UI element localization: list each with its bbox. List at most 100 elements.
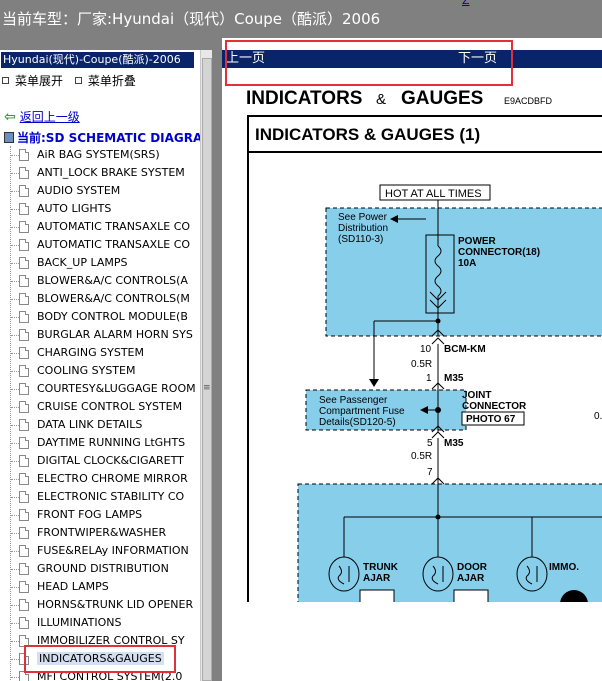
tree-item[interactable]: AiR BAG SYSTEM(SRS): [0, 146, 200, 164]
joint-label-1: JOINT: [462, 390, 491, 401]
tree-item-label: DATA LINK DETAILS: [37, 418, 143, 431]
menu-controls: 菜单展开 菜单折叠: [2, 72, 144, 89]
tree-connector-line: [11, 317, 19, 318]
tree-connector-line: [11, 227, 19, 228]
tree-connector-line: [11, 641, 19, 642]
document-icon: [19, 311, 29, 323]
diagram-heading: INDICATORS: [246, 88, 362, 109]
tree-item[interactable]: AUDIO SYSTEM: [0, 182, 200, 200]
tree-item[interactable]: ELECTRO CHROME MIRROR: [0, 470, 200, 488]
immo-lamp-icon: [516, 556, 548, 592]
tree-item[interactable]: ELECTRONIC STABILITY CO: [0, 488, 200, 506]
document-icon: [19, 167, 29, 179]
document-icon: [19, 275, 29, 287]
document-icon: [19, 419, 29, 431]
tree-item[interactable]: DATA LINK DETAILS: [0, 416, 200, 434]
tree-connector-line: [11, 173, 19, 174]
menu-collapse-button[interactable]: 菜单折叠: [74, 72, 136, 89]
title-bar: 当前车型：厂家:Hyundai（现代）Coupe（酷派）2006 Z: [0, 0, 602, 38]
tree-connector-line: [11, 299, 19, 300]
back-label: 返回上一级: [19, 110, 80, 124]
back-link[interactable]: ⇦ 返回上一级: [4, 108, 80, 125]
tree-item[interactable]: BACK_UP LAMPS: [0, 254, 200, 272]
left-scrollbar[interactable]: ≡: [200, 50, 212, 681]
document-icon: [19, 491, 29, 503]
vehicle-title: 当前车型：厂家:Hyundai（现代）Coupe（酷派）2006: [2, 10, 381, 28]
pin-1: 1: [426, 373, 432, 384]
tree-item-label: FRONT FOG LAMPS: [37, 508, 143, 521]
door-ajar-lamp-icon: [422, 556, 454, 592]
tree-item[interactable]: AUTO LIGHTS: [0, 200, 200, 218]
tree-item[interactable]: ANTI_LOCK BRAKE SYSTEM: [0, 164, 200, 182]
tree-connector-line: [11, 677, 19, 678]
tree-item-label: GROUND DISTRIBUTION: [37, 562, 169, 575]
document-icon: [19, 383, 29, 395]
tree-item[interactable]: AUTOMATIC TRANSAXLE CO: [0, 236, 200, 254]
tree-connector-line: [11, 191, 19, 192]
tree-item[interactable]: HORNS&TRUNK LID OPENER: [0, 596, 200, 614]
tree-connector-line: [11, 515, 19, 516]
tree-connector-line: [11, 407, 19, 408]
tree-item[interactable]: FUSE&RELAy INFORMATION: [0, 542, 200, 560]
tree-item[interactable]: FRONT FOG LAMPS: [0, 506, 200, 524]
power-connector-line-3: 10A: [458, 258, 476, 269]
tree-item[interactable]: AUTOMATIC TRANSAXLE CO: [0, 218, 200, 236]
tree-item[interactable]: DAYTIME RUNNING LtGHTS: [0, 434, 200, 452]
tree-connector-line: [11, 353, 19, 354]
tree-connector-line: [11, 389, 19, 390]
diagram-subheading: INDICATORS & GAUGES (1): [255, 125, 480, 144]
document-icon: [19, 509, 29, 521]
content-panel: INDICATORS & GAUGES E9ACDBFD INDICATORS …: [222, 38, 602, 681]
document-icon: [19, 455, 29, 467]
tree-item[interactable]: BODY CONTROL MODULE(B: [0, 308, 200, 326]
power-connector-line-2: CONNECTOR(18): [458, 247, 540, 258]
schematic-tree: AiR BAG SYSTEM(SRS) ANTI_LOCK BRAKE SYSTE…: [0, 146, 200, 681]
tree-item-label: ANTI_LOCK BRAKE SYSTEM: [37, 166, 185, 179]
menu-expand-label: 菜单展开: [15, 74, 64, 88]
immo-label: IMMO.: [549, 562, 579, 573]
tree-item[interactable]: BLOWER&A/C CONTROLS(M: [0, 290, 200, 308]
selected-item-highlight-box: [24, 645, 176, 673]
see-passenger-line-3: Details(SD120-5): [319, 417, 396, 428]
tree-item[interactable]: FRONTWIPER&WASHER: [0, 524, 200, 542]
tree-item-label: CRUISE CONTROL SYSTEM: [37, 400, 183, 413]
document-icon: [19, 239, 29, 251]
tree-connector-line: [11, 245, 19, 246]
door-stub: [453, 589, 489, 605]
panel-splitter[interactable]: [212, 38, 222, 681]
see-passenger-line-2: Compartment Fuse: [319, 406, 405, 417]
document-icon: [19, 473, 29, 485]
document-icon: [19, 149, 29, 161]
trunk-ajar-lamp-icon: [328, 556, 360, 592]
document-icon: [19, 329, 29, 341]
menu-expand-button[interactable]: 菜单展开: [2, 72, 63, 89]
branch-arrow-icon: [369, 379, 379, 387]
bcm-km-label: BCM-KM: [444, 344, 486, 355]
tree-item[interactable]: BLOWER&A/C CONTROLS(A: [0, 272, 200, 290]
tree-connector-line: [11, 371, 19, 372]
document-icon: [19, 185, 29, 197]
tree-connector-line: [11, 335, 19, 336]
hot-label: HOT AT ALL TIMES: [385, 188, 482, 200]
tree-item[interactable]: COOLING SYSTEM: [0, 362, 200, 380]
scrollbar-thumb[interactable]: [202, 58, 212, 681]
tree-item[interactable]: GROUND DISTRIBUTION: [0, 560, 200, 578]
tree-item-label: ELECTRONIC STABILITY CO: [37, 490, 185, 503]
tree-item[interactable]: ILLUMINATIONS: [0, 614, 200, 632]
tree-item-label: FUSE&RELAy INFORMATION: [37, 544, 189, 557]
tree-item[interactable]: BURGLAR ALARM HORN SYS: [0, 326, 200, 344]
document-icon: [19, 347, 29, 359]
tree-item[interactable]: DIGITAL CLOCK&CIGARETT: [0, 452, 200, 470]
right-cut-label: 0.: [594, 411, 602, 422]
back-arrow-icon: ⇦: [4, 109, 16, 125]
trunk-label-2: AJAR: [363, 573, 391, 584]
tree-item[interactable]: HEAD LAMPS: [0, 578, 200, 596]
tree-item[interactable]: COURTESY&LUGGAGE ROOM: [0, 380, 200, 398]
document-icon: [19, 221, 29, 233]
current-folder: 当前:SD SCHEMATIC DIAGRAM: [4, 129, 200, 146]
tree-item[interactable]: CRUISE CONTROL SYSTEM: [0, 398, 200, 416]
vehicle-select[interactable]: Hyundai(现代)-Coupe(酷派)-2006: [1, 52, 194, 68]
tree-item[interactable]: CHARGING SYSTEM: [0, 344, 200, 362]
top-link[interactable]: Z: [462, 0, 470, 7]
photo-label: PHOTO 67: [466, 414, 516, 425]
